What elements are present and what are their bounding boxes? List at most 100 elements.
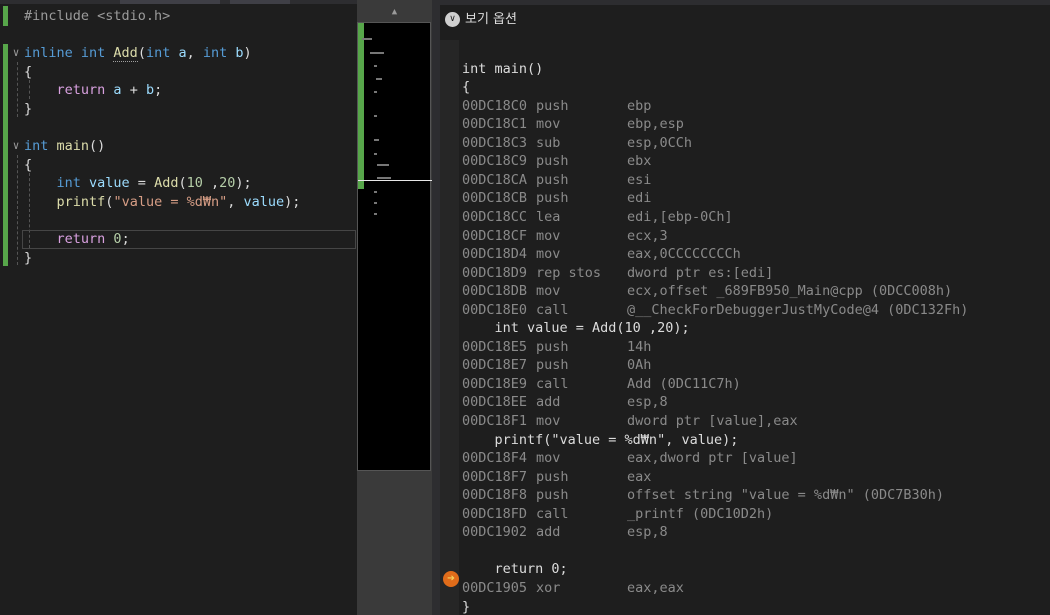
code-line[interactable]: inline int Add(int a, int b) (24, 44, 252, 63)
instruction-mnemonic: push (536, 338, 569, 355)
instruction-row[interactable]: 00DC1902 add esp,8 (440, 523, 1040, 542)
instruction-row[interactable]: 00DC18E9 call Add (0DC11C7h) (440, 375, 1040, 394)
minimap-mark (374, 139, 379, 141)
source-line[interactable]: } (440, 598, 1040, 615)
instruction-row[interactable]: 00DC18F7 push eax (440, 468, 1040, 487)
scroll-up-icon[interactable]: ▲ (357, 4, 432, 20)
instruction-row[interactable]: 00DC18D9 rep stos dword ptr es:[edi] (440, 264, 1040, 283)
code-token: 20 (219, 175, 236, 192)
source-text: printf("value = %d₩n", value); (462, 431, 739, 448)
code-token: ( (178, 175, 187, 192)
minimap-viewport-indicator[interactable] (358, 180, 432, 181)
code-token: ) (243, 45, 252, 62)
code-token: int (24, 138, 57, 155)
pane-splitter[interactable] (432, 0, 440, 615)
instruction-address: 00DC18E5 (462, 338, 528, 355)
code-token: ); (284, 194, 301, 210)
instruction-address: 00DC18FD (462, 505, 528, 522)
instruction-row[interactable]: 00DC18E7 push 0Ah (440, 356, 1040, 375)
instruction-address: 00DC18C9 (462, 153, 528, 170)
fold-toggle-icon[interactable]: ∨ (10, 136, 22, 155)
editor-tab[interactable] (120, 0, 220, 4)
instruction-row[interactable]: 00DC18F8 push offset string "value = %d₩n"… (440, 486, 1040, 505)
source-line[interactable]: int value = Add(10 ,20); (440, 319, 1040, 338)
code-line[interactable]: { (24, 63, 32, 82)
code-token: #include <stdio.h> (24, 8, 171, 24)
instruction-row[interactable]: 00DC18CC lea edi,[ebp-0Ch] (440, 208, 1040, 227)
minimap-change-bar (358, 23, 364, 189)
instruction-row[interactable]: 00DC18D4 mov eax,0CCCCCCCCh (440, 245, 1040, 264)
instruction-row[interactable]: 00DC18EE add esp,8 (440, 393, 1040, 412)
instruction-row[interactable]: 00DC18C0 push ebp (440, 97, 1040, 116)
instruction-mnemonic: push (536, 171, 569, 188)
code-token: ); (235, 175, 252, 192)
instruction-operand: esi (627, 171, 652, 188)
source-text: int value = Add(10 ,20); (462, 320, 690, 337)
instruction-row[interactable]: 00DC18C9 push ebx (440, 152, 1040, 171)
instruction-row[interactable]: 00DC18CA push esi (440, 171, 1040, 190)
code-line[interactable]: return a + b; (24, 81, 163, 100)
code-line[interactable]: printf("value = %d₩n", value); (24, 193, 301, 212)
instruction-mnemonic: rep stos (536, 264, 602, 281)
instruction-row[interactable]: 00DC18E0 call @__CheckForDebuggerJustMyCod… (440, 301, 1040, 320)
instruction-address: 00DC18CA (462, 171, 528, 188)
source-line[interactable]: int main() (440, 60, 1040, 79)
instruction-row[interactable]: 00DC18CB push edi (440, 189, 1040, 208)
instruction-address: 00DC18E7 (462, 357, 528, 374)
minimap-scrollbar[interactable]: ▲ (357, 0, 432, 615)
instruction-row[interactable]: 00DC18E5 push 14h (440, 338, 1040, 357)
code-line[interactable]: int value = Add(10 ,20); (24, 174, 252, 193)
code-line[interactable]: int main() (24, 137, 105, 156)
instruction-operand: edi,[ebp-0Ch] (627, 208, 733, 225)
instruction-row[interactable]: 00DC18C3 sub esp,0CCh (440, 134, 1040, 153)
disassembly-address-bar[interactable] (440, 0, 1050, 5)
editor-tab[interactable] (230, 0, 290, 4)
instruction-address: 00DC18CC (462, 208, 528, 225)
instruction-mnemonic: push (536, 468, 569, 485)
source-text: int main() (462, 60, 544, 77)
minimap-mark (377, 177, 391, 179)
code-line[interactable]: } (24, 249, 32, 268)
code-line[interactable]: { (24, 156, 32, 175)
instruction-mnemonic: mov (536, 246, 561, 263)
instruction-row[interactable]: 00DC18C1 mov ebp,esp (440, 115, 1040, 134)
fold-toggle-icon[interactable]: ∨ (10, 43, 22, 62)
editor-tab-strip[interactable] (0, 0, 357, 4)
instruction-row[interactable]: 00DC18CF mov ecx,3 (440, 227, 1040, 246)
instruction-row[interactable]: 00DC18FD call _printf (0DC10D2h) (440, 505, 1040, 524)
code-token: } (24, 249, 33, 266)
code-token: = (129, 175, 155, 192)
source-line[interactable]: return 0; (440, 560, 1040, 579)
instruction-mnemonic: add (536, 524, 561, 541)
instruction-row[interactable]: 00DC18F4 mov eax,dword ptr [value] (440, 449, 1040, 468)
instruction-operand: ebp (627, 97, 652, 114)
code-editor[interactable]: ∨ ∨ #include <stdio.h> inline int Add(int… (0, 0, 357, 615)
current-instruction-row[interactable]: 00DC1905 xor eax,eax (440, 579, 1040, 598)
instruction-row[interactable]: 00DC18DB mov ecx,offset _689FB950_Main@cpp… (440, 282, 1040, 301)
instruction-address: 00DC18D9 (462, 264, 528, 281)
source-line[interactable]: printf("value = %d₩n", value); (440, 431, 1040, 450)
minimap-mark (374, 115, 377, 117)
code-line[interactable]: } (24, 100, 32, 119)
disassembly-window[interactable]: ∨ 보기 옵션 ➔ int main(){00DC18C0 push ebp 00DC… (440, 0, 1050, 615)
instruction-operand: eax (627, 468, 652, 485)
instruction-mnemonic: push (536, 487, 569, 504)
view-options-label[interactable]: 보기 옵션 (465, 10, 517, 29)
instruction-mnemonic: mov (536, 283, 561, 300)
instruction-row[interactable]: 00DC18F1 mov dword ptr [value],eax (440, 412, 1040, 431)
code-token: a (113, 82, 122, 99)
code-line[interactable]: return 0; (24, 230, 130, 249)
instruction-mnemonic: mov (536, 413, 561, 429)
code-line[interactable]: #include <stdio.h> (24, 7, 170, 26)
code-token: ; (121, 231, 130, 248)
code-token: 0 (113, 231, 122, 248)
instruction-operand: offset string "value = %d₩n" (0DC7B30h) (627, 487, 944, 504)
code-token: value (89, 175, 130, 192)
chevron-down-icon[interactable]: ∨ (445, 12, 460, 27)
minimap-mark (370, 52, 384, 54)
code-minimap[interactable] (357, 22, 432, 471)
source-line[interactable]: { (440, 78, 1040, 97)
instruction-address: 00DC18D4 (462, 246, 528, 263)
